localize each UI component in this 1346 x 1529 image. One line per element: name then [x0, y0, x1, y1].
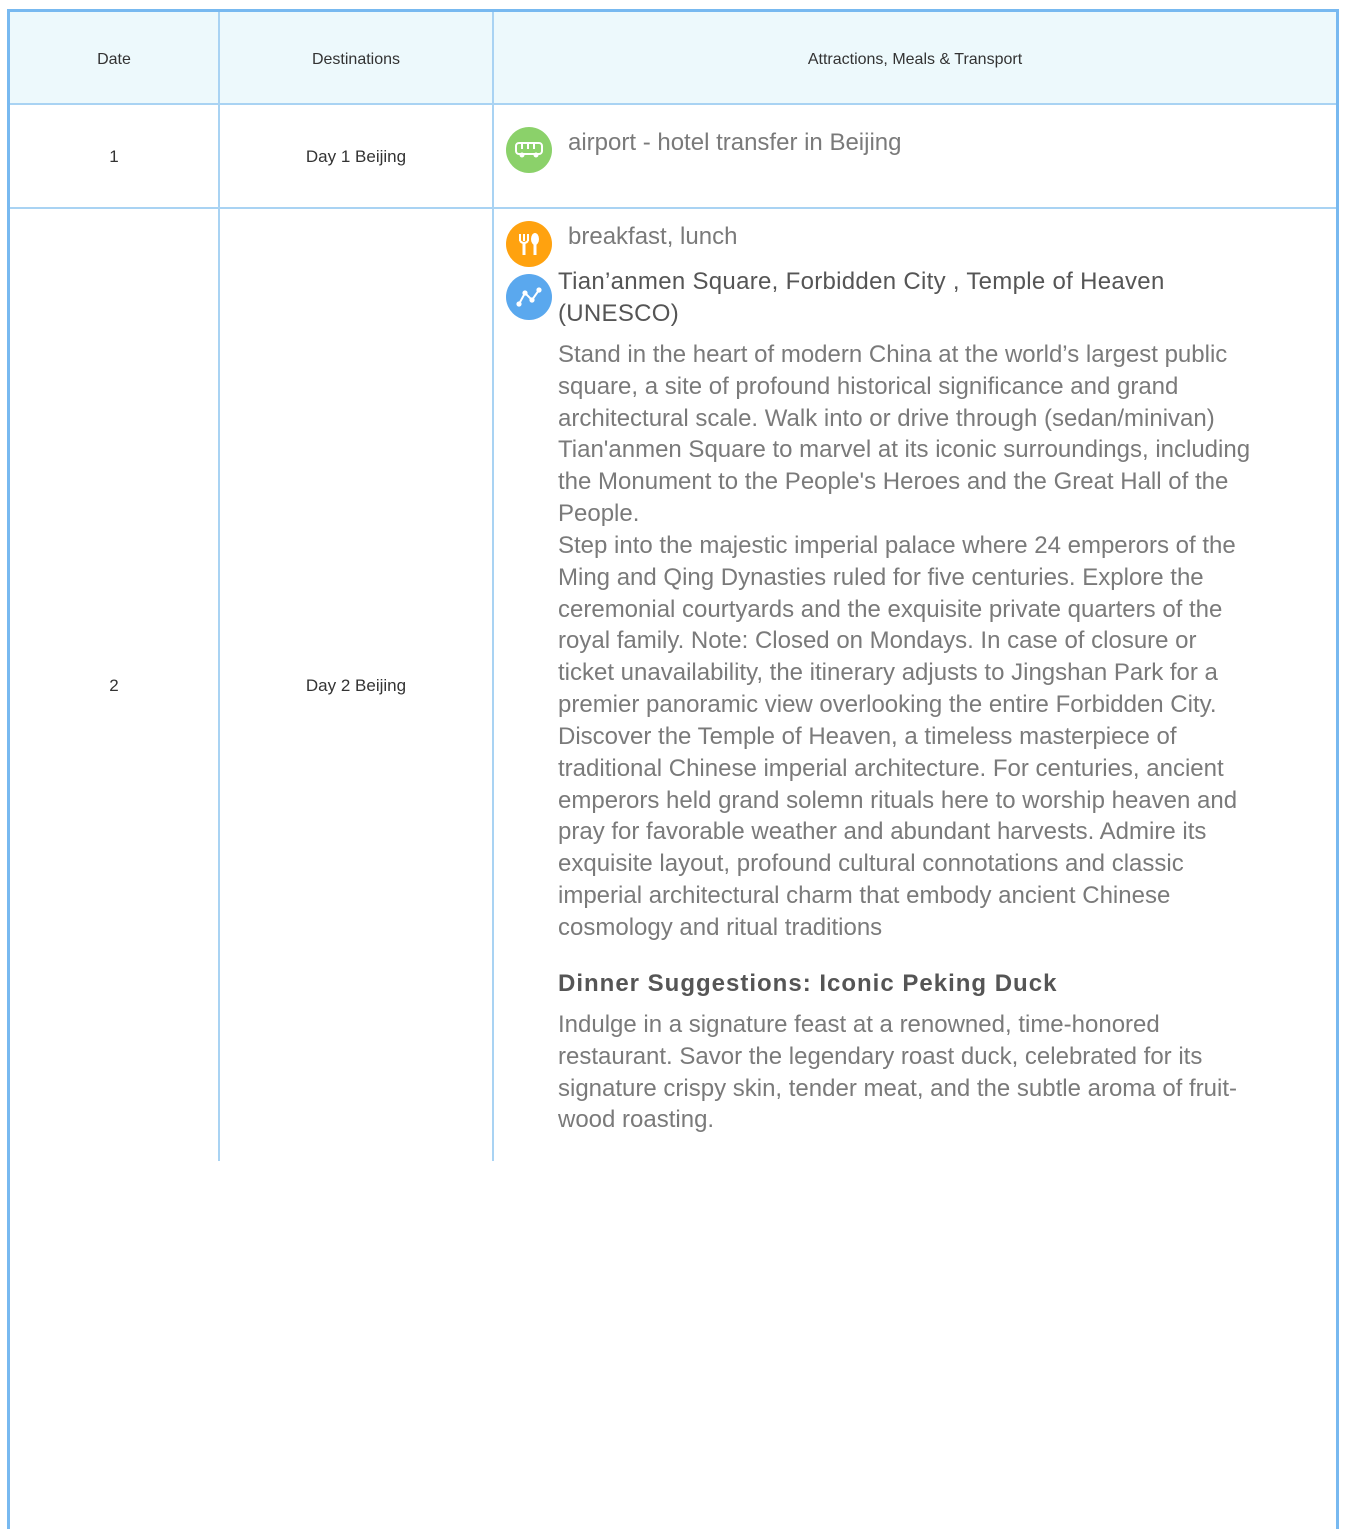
temple-of-heaven-description: Discover the Temple of Heaven, a timeles… [558, 723, 1238, 941]
forbidden-city-description: Step into the majestic imperial palace w… [558, 532, 1236, 718]
header-date: Date [97, 51, 131, 68]
column-divider [218, 12, 220, 1161]
row-1-date: 1 [109, 147, 119, 166]
fork-spoon-icon [506, 221, 552, 267]
table-header-row: Date Destinations Attractions, Meals & T… [10, 12, 1336, 105]
row-2-date: 2 [109, 676, 119, 695]
attractions-title: Tian’anmen Square, Forbidden City , Temp… [558, 268, 1165, 327]
row-1-transport: airport - hotel transfer in Beijing [568, 129, 902, 156]
header-destinations: Destinations [311, 51, 401, 68]
dinner-description: Indulge in a signature feast at a renown… [558, 1011, 1237, 1134]
route-icon [506, 274, 552, 320]
dinner-suggestions-title: Dinner Suggestions: Iconic Peking Duck [558, 970, 1058, 997]
tiananmen-description: Stand in the heart of modern China at th… [558, 341, 1251, 527]
row-divider [10, 207, 1336, 209]
bus-icon [506, 127, 552, 173]
header-details: Attractions, Meals & Transport [807, 51, 1023, 68]
row-1-destination: Day 1 Beijing [305, 147, 407, 166]
row-2-destination: Day 2 Beijing [305, 676, 407, 695]
row-2-meals: breakfast, lunch [568, 223, 738, 250]
column-divider [492, 12, 494, 1161]
